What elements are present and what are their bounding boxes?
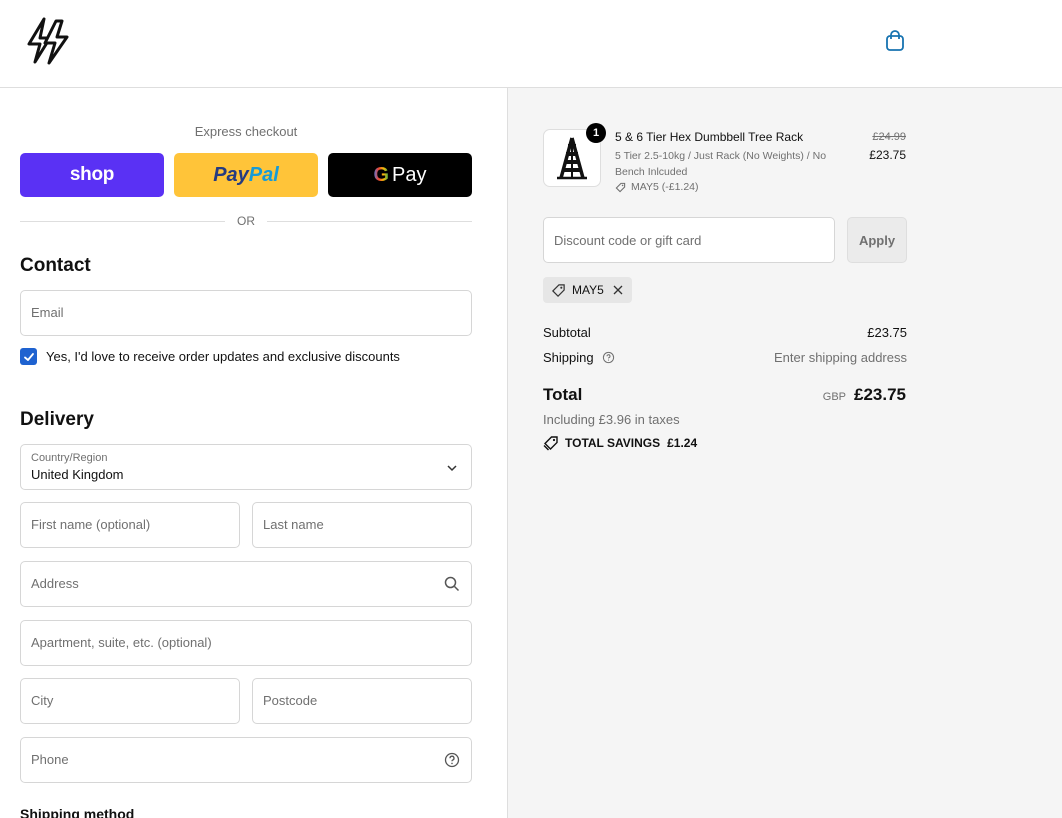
- help-circle-icon[interactable]: [602, 351, 615, 367]
- postcode-field[interactable]: Postcode: [252, 678, 472, 724]
- apartment-field[interactable]: Apartment, suite, etc. (optional): [20, 620, 472, 666]
- quantity-badge: 1: [586, 123, 606, 143]
- shipping-method-heading: Shipping method: [20, 806, 135, 818]
- phone-field[interactable]: Phone: [20, 737, 472, 783]
- contact-heading: Contact: [20, 255, 91, 276]
- email-placeholder: Email: [31, 305, 64, 320]
- last-name-placeholder: Last name: [263, 517, 324, 532]
- shopping-bag-icon[interactable]: [882, 28, 908, 54]
- product-name: 5 & 6 Tier Hex Dumbbell Tree Rack: [615, 130, 804, 144]
- discount-code-input[interactable]: Discount code or gift card: [543, 217, 835, 263]
- subtotal-row: Subtotal £23.75: [543, 325, 907, 340]
- shipping-label: Shipping: [543, 350, 594, 365]
- total-savings: TOTAL SAVINGS £1.24: [543, 435, 697, 451]
- paypal-label-pay: Pay: [213, 163, 249, 186]
- paypal-label-pal: Pal: [248, 163, 279, 186]
- shipping-row: Shipping Enter shipping address: [543, 350, 907, 367]
- lightning-bolt-logo-icon[interactable]: [24, 16, 72, 66]
- shop-pay-button[interactable]: shop: [20, 153, 164, 197]
- savings-value: £1.24: [667, 436, 698, 450]
- country-label: Country/Region: [31, 452, 108, 464]
- google-g-icon: G: [373, 163, 390, 186]
- address-field[interactable]: Address: [20, 561, 472, 607]
- header: [0, 0, 1062, 88]
- google-pay-label: Pay: [392, 163, 427, 186]
- subtotal-label: Subtotal: [543, 325, 591, 340]
- or-divider: OR: [20, 214, 472, 228]
- checkmark-icon: [23, 352, 34, 361]
- chevron-down-icon: [443, 459, 461, 477]
- checkout-form-column: Express checkout shop Pay Pal G Pay OR Con…: [0, 88, 507, 818]
- savings-tag-icon: [543, 436, 558, 451]
- address-placeholder: Address: [31, 576, 79, 591]
- first-name-placeholder: First name (optional): [31, 517, 151, 532]
- city-placeholder: City: [31, 693, 54, 708]
- original-price: £24.99: [872, 131, 906, 143]
- subtotal-value: £23.75: [867, 325, 907, 340]
- tag-icon: [615, 182, 626, 192]
- search-icon: [443, 575, 461, 593]
- help-circle-icon[interactable]: [443, 751, 461, 769]
- city-field[interactable]: City: [20, 678, 240, 724]
- country-select[interactable]: Country/Region United Kingdom: [20, 444, 472, 490]
- marketing-checkbox[interactable]: [20, 348, 37, 365]
- remove-discount-close-icon[interactable]: [612, 284, 624, 296]
- country-value: United Kingdom: [31, 467, 124, 482]
- last-name-field[interactable]: Last name: [252, 502, 472, 548]
- divider-line: [20, 220, 225, 222]
- marketing-opt-in[interactable]: Yes, I'd love to receive order updates a…: [20, 348, 400, 365]
- apply-discount-button[interactable]: Apply: [847, 217, 907, 263]
- shipping-value: Enter shipping address: [774, 350, 907, 365]
- applied-discount-code: MAY5: [572, 283, 604, 297]
- discount-placeholder: Discount code or gift card: [554, 233, 702, 248]
- or-label: OR: [237, 214, 255, 228]
- postcode-placeholder: Postcode: [263, 693, 318, 708]
- product-variant: 5 Tier 2.5-10kg / Just Rack (No Weights)…: [615, 150, 827, 178]
- final-price: £23.75: [869, 148, 906, 162]
- tax-note: Including £3.96 in taxes: [543, 412, 680, 427]
- applied-discount-chip: MAY5: [543, 277, 632, 303]
- order-summary-column: 1 5 & 6 Tier Hex Dumbbell Tree Rack 5 Ti…: [507, 88, 1062, 818]
- divider-line: [267, 220, 472, 222]
- currency-code: GBP: [822, 391, 846, 403]
- delivery-heading: Delivery: [20, 409, 94, 430]
- total-label: Total: [543, 385, 583, 404]
- first-name-field[interactable]: First name (optional): [20, 502, 240, 548]
- total-value: £23.75: [854, 385, 906, 404]
- tag-icon: [552, 283, 565, 297]
- marketing-label: Yes, I'd love to receive order updates a…: [46, 349, 400, 364]
- google-pay-button[interactable]: G Pay: [328, 153, 472, 197]
- email-field[interactable]: Email: [20, 290, 472, 336]
- apartment-placeholder: Apartment, suite, etc. (optional): [31, 635, 212, 650]
- phone-placeholder: Phone: [31, 752, 69, 767]
- product-discount-label: MAY5 (-£1.24): [631, 181, 699, 193]
- paypal-button[interactable]: Pay Pal: [174, 153, 318, 197]
- express-checkout-title: Express checkout: [194, 124, 298, 139]
- savings-label: TOTAL SAVINGS: [565, 436, 661, 450]
- product-discount: MAY5 (-£1.24): [615, 181, 699, 193]
- total-value-group: GBP £23.75: [823, 385, 906, 405]
- shop-pay-label: shop: [69, 164, 115, 185]
